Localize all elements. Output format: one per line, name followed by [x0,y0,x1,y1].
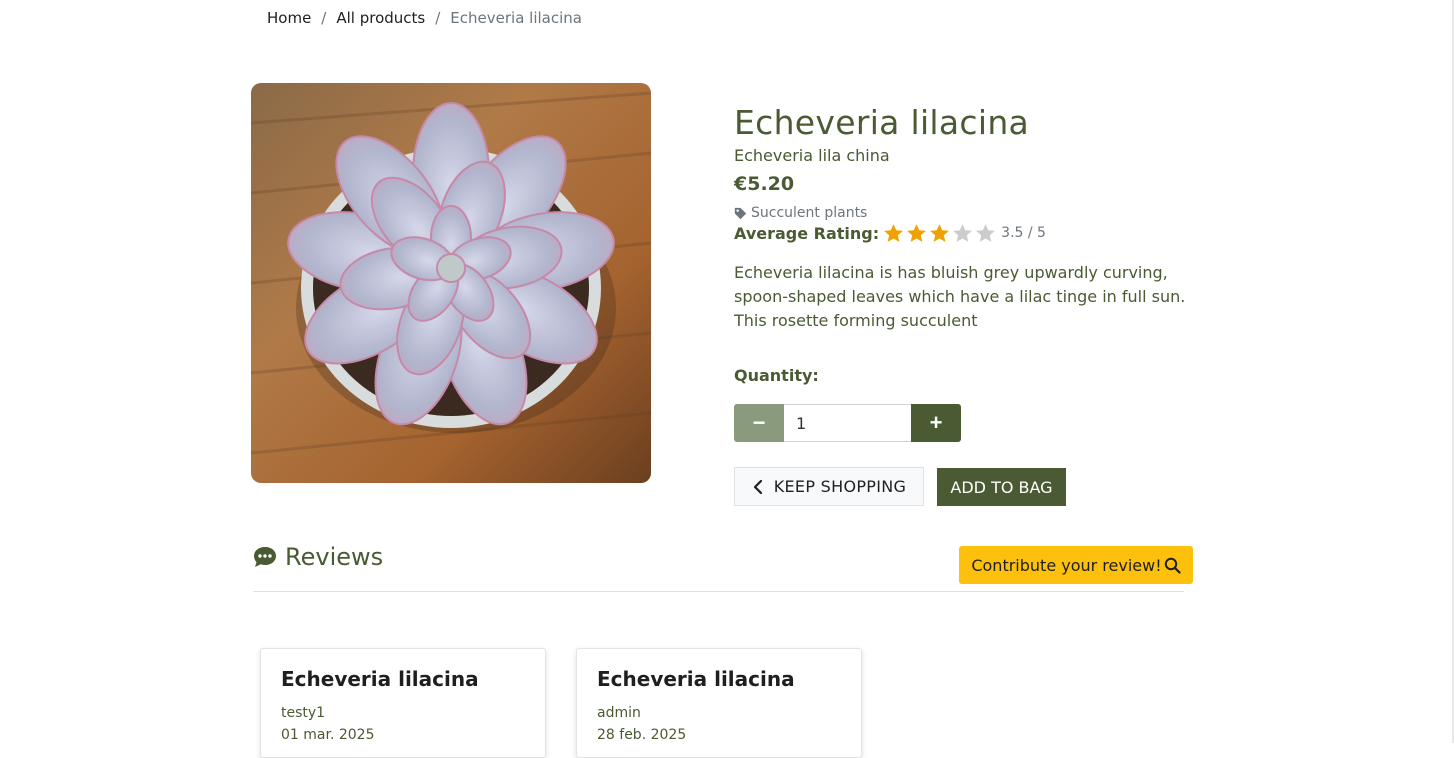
chevron-left-icon [753,479,762,494]
product-title: Echeveria lilacina [734,103,1030,142]
comment-dots-icon [254,547,276,567]
star-icon [976,224,996,242]
review-title: Echeveria lilacina [281,667,479,691]
rating-label: Average Rating: [734,223,880,243]
keep-shopping-button[interactable]: KEEP SHOPPING [734,467,924,506]
product-latin-name: Echeveria lila china [734,146,890,165]
tag-icon [734,207,747,219]
star-icon [953,224,973,242]
product-description: Echeveria lilacina is has bluish grey up… [734,263,1186,330]
breadcrumb-separator: / [435,9,441,27]
review-date: 28 feb. 2025 [597,727,687,743]
contribute-review-label: Contribute your review! [971,555,1162,575]
review-title: Echeveria lilacina [597,667,795,691]
increment-quantity-button[interactable]: + [911,404,961,442]
plus-icon: + [929,410,943,435]
star-icon [907,224,927,242]
star-icon [884,224,904,242]
review-user: admin [597,705,641,721]
breadcrumb-all-products-link[interactable]: All products [336,9,425,27]
review-card[interactable]: Echeveria lilacina testy1 01 mar. 2025 [260,648,546,758]
breadcrumb-separator: / [321,9,327,27]
review-user: testy1 [281,705,326,721]
decrement-quantity-button[interactable]: − [734,404,784,442]
quantity-input[interactable] [784,404,911,442]
keep-shopping-label: KEEP SHOPPING [773,477,907,496]
star-icon [930,224,950,242]
contribute-review-button[interactable]: Contribute your review! [959,546,1193,584]
add-to-bag-button[interactable]: ADD TO BAG [937,468,1066,506]
product-rating: Average Rating: 3.5 / 5 [734,223,1194,243]
product-category-label: Succulent plants [751,205,868,221]
product-category[interactable]: Succulent plants [734,205,1194,221]
product-info: Echeveria lilacina Echeveria lila china … [734,103,1194,349]
review-card[interactable]: Echeveria lilacina admin 28 feb. 2025 [576,648,862,758]
quantity-label: Quantity: [734,366,819,385]
breadcrumb: Home / All products / Echeveria lilacina [267,9,582,27]
minus-icon: − [752,410,766,435]
breadcrumb-current: Echeveria lilacina [450,9,582,27]
rating-stars [883,223,998,243]
reviews-divider [253,591,1184,592]
search-icon [1164,557,1181,574]
reviews-heading: Reviews [253,543,383,571]
rating-value: 3.5 / 5 [1001,225,1046,241]
reviews-heading-label: Reviews [285,543,384,571]
quantity-stepper: − + [734,404,961,442]
breadcrumb-home-link[interactable]: Home [267,9,311,27]
product-price: €5.20 [734,173,795,195]
review-date: 01 mar. 2025 [281,727,375,743]
product-image [251,83,651,483]
